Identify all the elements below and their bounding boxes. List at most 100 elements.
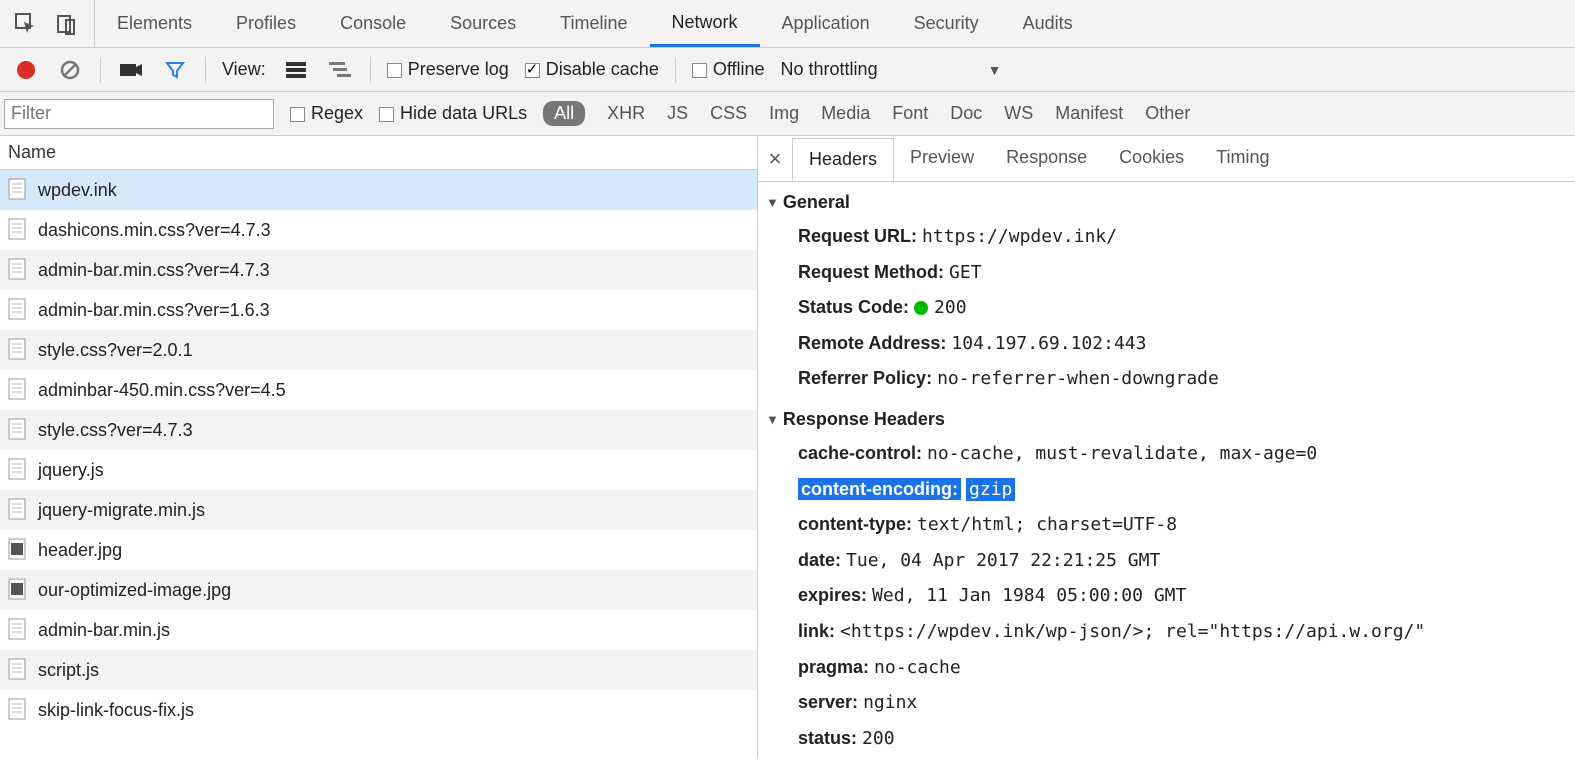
- header-row: pragma: no-cache: [766, 650, 1567, 686]
- filter-type-img[interactable]: Img: [769, 103, 799, 124]
- filter-type-manifest[interactable]: Manifest: [1055, 103, 1123, 124]
- main-tab-network[interactable]: Network: [650, 0, 760, 47]
- request-name: our-optimized-image.jpg: [38, 580, 231, 601]
- status-dot-icon: [914, 301, 928, 315]
- large-rows-icon[interactable]: [282, 56, 310, 84]
- header-row: cache-control: no-cache, must-revalidate…: [766, 436, 1567, 472]
- request-row[interactable]: wpdev.ink: [0, 170, 757, 210]
- view-label: View:: [222, 59, 266, 80]
- type-filters: All XHR JS CSS Img Media Font Doc WS Manifest Othe…: [543, 101, 1190, 126]
- separator: [100, 57, 101, 83]
- request-name: admin-bar.min.js: [38, 620, 170, 641]
- file-icon: [8, 458, 28, 482]
- file-icon: [8, 418, 28, 442]
- capture-icon[interactable]: [117, 56, 145, 84]
- detail-tab-response[interactable]: Response: [990, 137, 1103, 180]
- section-response: Response Headers cache-control: no-cache,…: [758, 399, 1575, 758]
- throttling-select[interactable]: No throttling▼: [781, 59, 1002, 80]
- main-tab-elements[interactable]: Elements: [95, 0, 214, 47]
- filter-icon[interactable]: [161, 56, 189, 84]
- filter-type-media[interactable]: Media: [821, 103, 870, 124]
- file-icon: [8, 618, 28, 642]
- main-tab-application[interactable]: Application: [760, 0, 892, 47]
- offline-checkbox[interactable]: Offline: [692, 59, 765, 80]
- file-icon: [8, 538, 28, 562]
- main-tab-security[interactable]: Security: [892, 0, 1001, 47]
- request-name: skip-link-focus-fix.js: [38, 700, 194, 721]
- request-row[interactable]: header.jpg: [0, 530, 757, 570]
- detail-tab-preview[interactable]: Preview: [894, 137, 990, 180]
- headers-sections: General Request URL: https://wpdev.ink/Re…: [758, 182, 1575, 758]
- request-row[interactable]: dashicons.min.css?ver=4.7.3: [0, 210, 757, 250]
- filter-bar: Regex Hide data URLs All XHR JS CSS Img Media…: [0, 92, 1575, 136]
- clear-icon[interactable]: [56, 56, 84, 84]
- regex-checkbox[interactable]: Regex: [290, 103, 363, 124]
- file-icon: [8, 378, 28, 402]
- request-row[interactable]: jquery-migrate.min.js: [0, 490, 757, 530]
- preserve-log-checkbox[interactable]: Preserve log: [387, 59, 509, 80]
- close-icon[interactable]: ×: [758, 146, 792, 172]
- inspect-icon[interactable]: [12, 10, 40, 38]
- filter-type-js[interactable]: JS: [667, 103, 688, 124]
- request-row[interactable]: script.js: [0, 650, 757, 690]
- filter-type-css[interactable]: CSS: [710, 103, 747, 124]
- detail-tab-cookies[interactable]: Cookies: [1103, 137, 1200, 180]
- header-row: expires: Wed, 11 Jan 1984 05:00:00 GMT: [766, 578, 1567, 614]
- top-bar-left: [0, 0, 95, 47]
- detail-tab-headers[interactable]: Headers: [792, 138, 894, 181]
- filter-type-other[interactable]: Other: [1145, 103, 1190, 124]
- filter-input[interactable]: [4, 99, 274, 129]
- main-tab-audits[interactable]: Audits: [1001, 0, 1095, 47]
- header-row: content-type: text/html; charset=UTF-8: [766, 507, 1567, 543]
- main-tab-timeline[interactable]: Timeline: [538, 0, 649, 47]
- request-name: admin-bar.min.css?ver=4.7.3: [38, 260, 270, 281]
- request-name: admin-bar.min.css?ver=1.6.3: [38, 300, 270, 321]
- body-split: Name wpdev.inkdashicons.min.css?ver=4.7.…: [0, 136, 1575, 758]
- file-icon: [8, 698, 28, 722]
- request-list: wpdev.inkdashicons.min.css?ver=4.7.3 admi…: [0, 170, 757, 730]
- filter-type-doc[interactable]: Doc: [950, 103, 982, 124]
- request-row[interactable]: our-optimized-image.jpg: [0, 570, 757, 610]
- header-row: Request URL: https://wpdev.ink/: [766, 219, 1567, 255]
- request-row[interactable]: adminbar-450.min.css?ver=4.5: [0, 370, 757, 410]
- header-row: status: 200: [766, 721, 1567, 757]
- request-row[interactable]: admin-bar.min.css?ver=4.7.3: [0, 250, 757, 290]
- request-name: header.jpg: [38, 540, 122, 561]
- header-row: server: nginx: [766, 685, 1567, 721]
- section-title[interactable]: General: [766, 192, 1567, 213]
- header-row: Status Code: 200: [766, 290, 1567, 326]
- section-title[interactable]: Response Headers: [766, 409, 1567, 430]
- disable-cache-checkbox[interactable]: Disable cache: [525, 59, 659, 80]
- main-tab-sources[interactable]: Sources: [428, 0, 538, 47]
- main-tab-profiles[interactable]: Profiles: [214, 0, 318, 47]
- hide-data-urls-checkbox[interactable]: Hide data URLs: [379, 103, 527, 124]
- device-toggle-icon[interactable]: [54, 10, 82, 38]
- filter-type-all[interactable]: All: [543, 101, 585, 126]
- filter-type-xhr[interactable]: XHR: [607, 103, 645, 124]
- section-general: General Request URL: https://wpdev.ink/Re…: [758, 182, 1575, 399]
- separator: [205, 57, 206, 83]
- request-row[interactable]: style.css?ver=4.7.3: [0, 410, 757, 450]
- request-row[interactable]: skip-link-focus-fix.js: [0, 690, 757, 730]
- filter-type-ws[interactable]: WS: [1004, 103, 1033, 124]
- header-row: Remote Address: 104.197.69.102:443: [766, 326, 1567, 362]
- main-tab-console[interactable]: Console: [318, 0, 428, 47]
- request-name: script.js: [38, 660, 99, 681]
- chevron-down-icon: ▼: [988, 62, 1002, 78]
- request-row[interactable]: admin-bar.min.js: [0, 610, 757, 650]
- column-header-name[interactable]: Name: [0, 136, 757, 170]
- waterfall-icon[interactable]: [326, 56, 354, 84]
- main-tabs: ElementsProfilesConsoleSourcesTimelineNe…: [95, 0, 1095, 47]
- request-name: jquery-migrate.min.js: [38, 500, 205, 521]
- filter-type-font[interactable]: Font: [892, 103, 928, 124]
- request-row[interactable]: jquery.js: [0, 450, 757, 490]
- record-icon[interactable]: [12, 56, 40, 84]
- request-row[interactable]: admin-bar.min.css?ver=1.6.3: [0, 290, 757, 330]
- request-list-panel: Name wpdev.inkdashicons.min.css?ver=4.7.…: [0, 136, 758, 758]
- file-icon: [8, 338, 28, 362]
- request-row[interactable]: style.css?ver=2.0.1: [0, 330, 757, 370]
- file-icon: [8, 178, 28, 202]
- detail-tab-timing[interactable]: Timing: [1200, 137, 1285, 180]
- file-icon: [8, 218, 28, 242]
- file-icon: [8, 578, 28, 602]
